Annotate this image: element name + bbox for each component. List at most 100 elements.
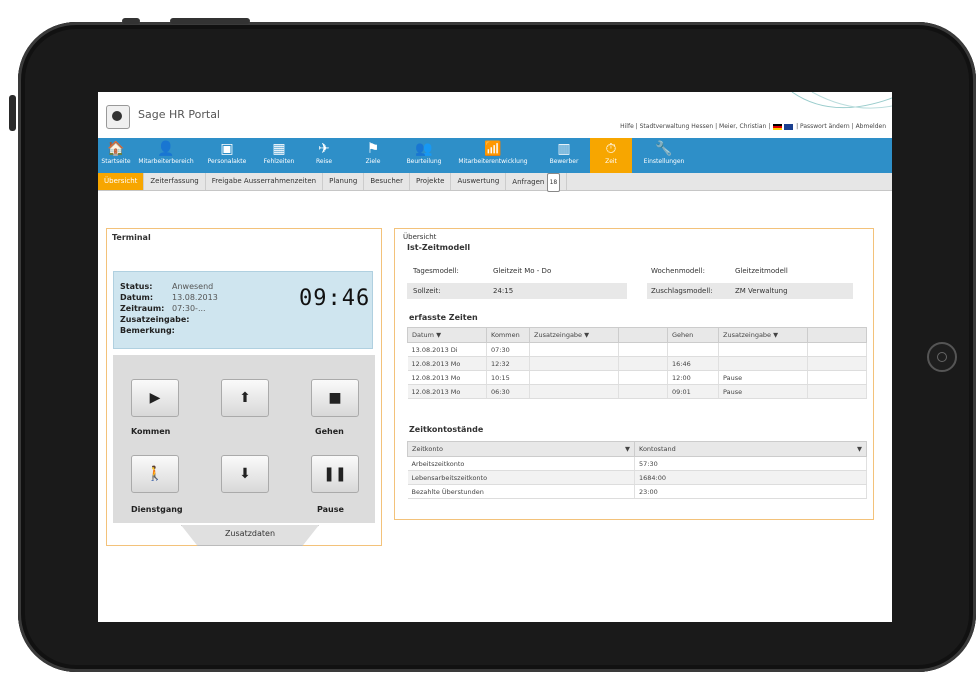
datum-label: Datum:	[120, 293, 154, 302]
nav-label: Ziele	[365, 158, 381, 165]
wrench-icon: 🔧	[655, 141, 673, 157]
overview-title: Übersicht	[403, 233, 437, 241]
cell: 12:00	[667, 370, 719, 385]
col-zusatzeingabe-2[interactable]: Zusatzeingabe ▼	[718, 327, 808, 343]
dienstgang-button[interactable]: 🚶	[131, 455, 179, 493]
cell	[529, 356, 619, 371]
zuschlag-label: Zuschlagsmodell:	[651, 287, 713, 295]
table-row[interactable]: 12.08.2013 Mo 12:32 16:46	[407, 356, 867, 371]
calendar-icon: ▦	[272, 141, 286, 157]
change-password-link[interactable]: Passwort ändern	[800, 123, 850, 130]
home-button[interactable]	[927, 342, 957, 372]
cell	[618, 342, 668, 357]
tab-freigabe[interactable]: Freigabe Ausserrahmenzeiten	[206, 173, 324, 190]
cell	[807, 356, 867, 371]
anfragen-badge: 18	[546, 173, 561, 192]
col-gehen[interactable]: Gehen	[667, 327, 719, 343]
nav-einstellungen[interactable]: 🔧 Einstellungen	[632, 138, 696, 173]
nav-fehlzeiten[interactable]: ▦ Fehlzeiten	[256, 138, 302, 173]
kommen-button[interactable]: ▶	[131, 379, 179, 417]
nav-label: Bewerber	[549, 158, 579, 165]
pause-label: Pause	[317, 505, 344, 514]
stop-icon: ■	[328, 390, 342, 406]
logo-icon	[106, 105, 130, 129]
nav-startseite[interactable]: 🏠 Startseite	[98, 138, 134, 173]
cell: 12.08.2013 Mo	[407, 384, 487, 399]
zusatzdaten-tab[interactable]: Zusatzdaten	[181, 525, 319, 546]
status-box: Status: Anwesend Datum: 13.08.2013 Zeitrau…	[113, 271, 373, 349]
cell	[529, 370, 619, 385]
org-link[interactable]: Stadtverwaltung Hessen	[640, 123, 714, 130]
swoosh-decoration	[791, 92, 892, 109]
header-label: Zeitkonto	[412, 445, 443, 453]
nav-reise[interactable]: ✈ Reise	[302, 138, 346, 173]
nav-bewerber[interactable]: ▥ Bewerber	[538, 138, 590, 173]
german-flag-icon[interactable]	[773, 123, 783, 130]
digital-clock: 09:46	[299, 286, 371, 311]
person-icon: 👤	[157, 141, 175, 157]
cell	[807, 384, 867, 399]
help-link[interactable]: Hilfe	[620, 123, 634, 130]
flag-icon: ⚑	[366, 141, 380, 157]
status-label: Status:	[120, 282, 153, 291]
table-row[interactable]: Bezahlte Überstunden 23:00	[407, 484, 867, 499]
header: Sage HR Portal Hilfe | Stadtverwaltung H…	[98, 92, 892, 138]
zeitraum-value: 07:30-...	[172, 304, 206, 313]
tab-anfragen[interactable]: Anfragen 18	[506, 173, 568, 192]
col-kommen[interactable]: Kommen	[486, 327, 530, 343]
cell: Bezahlte Überstunden	[407, 484, 635, 499]
cell: 06:30	[486, 384, 530, 399]
arrow-up-icon: ⬆	[239, 390, 251, 406]
english-flag-icon[interactable]	[784, 123, 794, 130]
walking-icon: 🚶	[146, 466, 164, 482]
tab-zeiterfassung[interactable]: Zeiterfassung	[144, 173, 206, 190]
logout-link[interactable]: Abmelden	[856, 123, 886, 130]
table-row[interactable]: 13.08.2013 Di 07:30	[407, 342, 867, 357]
col-zeitkonto[interactable]: Zeitkonto ▼	[407, 441, 635, 457]
tab-projekte[interactable]: Projekte	[410, 173, 452, 190]
nav-label: Reise	[315, 158, 333, 165]
cell: 09:01	[667, 384, 719, 399]
tab-planung[interactable]: Planung	[323, 173, 365, 190]
col-datum[interactable]: Datum ▼	[407, 327, 487, 343]
tab-auswertung[interactable]: Auswertung	[451, 173, 507, 190]
nav-ziele[interactable]: ⚑ Ziele	[346, 138, 400, 173]
nav-mitarbeiterentwicklung[interactable]: 📶 Mitarbeiterentwicklung	[448, 138, 538, 173]
nav-label: Personalakte	[207, 158, 247, 165]
col-zusatzeingabe[interactable]: Zusatzeingabe ▼	[529, 327, 619, 343]
cell: 1684:00	[634, 470, 867, 485]
cell: Pause	[718, 384, 808, 399]
gehen-button[interactable]: ■	[311, 379, 359, 417]
arrow-up-button[interactable]: ⬆	[221, 379, 269, 417]
nav-beurteilung[interactable]: 👥 Beurteilung	[400, 138, 448, 173]
arrow-down-button[interactable]: ⬇	[221, 455, 269, 493]
table-row[interactable]: 12.08.2013 Mo 10:15 12:00 Pause	[407, 370, 867, 385]
table-row[interactable]: Arbeitszeitkonto 57:30	[407, 456, 867, 471]
ist-zeitmodell-title: Ist-Zeitmodell	[407, 243, 471, 252]
tab-uebersicht[interactable]: Übersicht	[98, 173, 145, 190]
datum-value: 13.08.2013	[172, 293, 218, 302]
terminal-panel: Terminal Status: Anwesend Datum: 13.08.201…	[106, 228, 382, 546]
people-icon: 👥	[415, 141, 433, 157]
pause-button[interactable]: ❚❚	[311, 455, 359, 493]
col-kontostand[interactable]: Kontostand ▼	[634, 441, 867, 457]
nav-zeit[interactable]: ⏱ Zeit	[590, 138, 632, 173]
table-row[interactable]: 12.08.2013 Mo 06:30 09:01 Pause	[407, 384, 867, 399]
cell: Arbeitszeitkonto	[407, 456, 635, 471]
cell	[529, 342, 619, 357]
nav-label: Beurteilung	[406, 158, 442, 165]
nav-personalakte[interactable]: ▣ Personalakte	[198, 138, 256, 173]
tab-besucher[interactable]: Besucher	[364, 173, 410, 190]
nav-mitarbeiterbereich[interactable]: 👤 Mitarbeiterbereich	[134, 138, 198, 173]
cell: 07:30	[486, 342, 530, 357]
arrow-down-icon: ⬇	[239, 466, 251, 482]
table-row[interactable]: Lebensarbeitszeitkonto 1684:00	[407, 470, 867, 485]
file-icon: ▣	[220, 141, 234, 157]
cell: 12:32	[486, 356, 530, 371]
screen: Sage HR Portal Hilfe | Stadtverwaltung H…	[98, 92, 892, 622]
sort-arrow-icon: ▼	[857, 445, 862, 453]
plane-icon: ✈	[318, 141, 330, 157]
pause-icon: ❚❚	[323, 466, 347, 482]
header-label: Kontostand	[639, 445, 676, 453]
user-link[interactable]: Meier, Christian	[719, 123, 766, 130]
